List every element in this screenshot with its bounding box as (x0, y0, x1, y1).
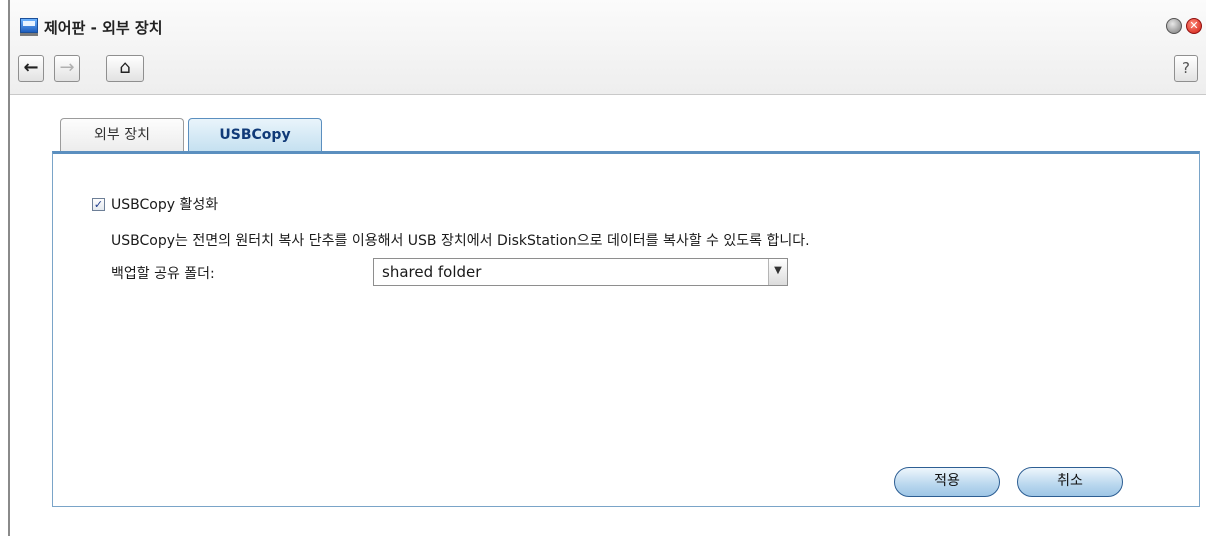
backup-folder-select[interactable]: shared folder ▼ (373, 258, 788, 286)
help-icon: ? (1182, 59, 1190, 77)
back-button[interactable]: ← (18, 55, 44, 82)
home-icon: ⌂ (119, 57, 131, 78)
backup-folder-value: shared folder (382, 263, 482, 281)
tab-external-devices[interactable]: 외부 장치 (60, 118, 184, 152)
back-arrow-icon: ← (23, 57, 39, 78)
cancel-button[interactable]: 취소 (1017, 467, 1123, 497)
chevron-down-icon[interactable]: ▼ (768, 259, 787, 285)
forward-button[interactable]: → (54, 55, 80, 82)
tab-usbcopy[interactable]: USBCopy (188, 118, 322, 152)
usbcopy-enable-checkbox[interactable]: ✓ (92, 198, 105, 211)
home-button[interactable]: ⌂ (106, 55, 144, 82)
control-panel-icon (20, 18, 38, 36)
forward-arrow-icon: → (59, 57, 75, 78)
usbcopy-enable-label[interactable]: USBCopy 활성화 (111, 194, 218, 214)
usbcopy-description: USBCopy는 전면의 원터치 복사 단추를 이용해서 USB 장치에서 Di… (111, 233, 810, 249)
usbcopy-panel: ✓ USBCopy 활성화 USBCopy는 전면의 원터치 복사 단추를 이용… (52, 151, 1200, 507)
minimize-button[interactable] (1166, 18, 1182, 34)
title-bar: 제어판 - 외부 장치 ✕ ← → ⌂ ? (10, 0, 1206, 95)
backup-folder-label: 백업할 공유 폴더: (111, 266, 215, 282)
apply-button[interactable]: 적용 (894, 467, 1000, 497)
control-panel-window: 제어판 - 외부 장치 ✕ ← → ⌂ ? 외부 장치 USBCopy ✓ US… (8, 0, 1206, 536)
close-button[interactable]: ✕ (1186, 18, 1202, 34)
help-button[interactable]: ? (1174, 55, 1198, 82)
window-title: 제어판 - 외부 장치 (44, 19, 163, 37)
